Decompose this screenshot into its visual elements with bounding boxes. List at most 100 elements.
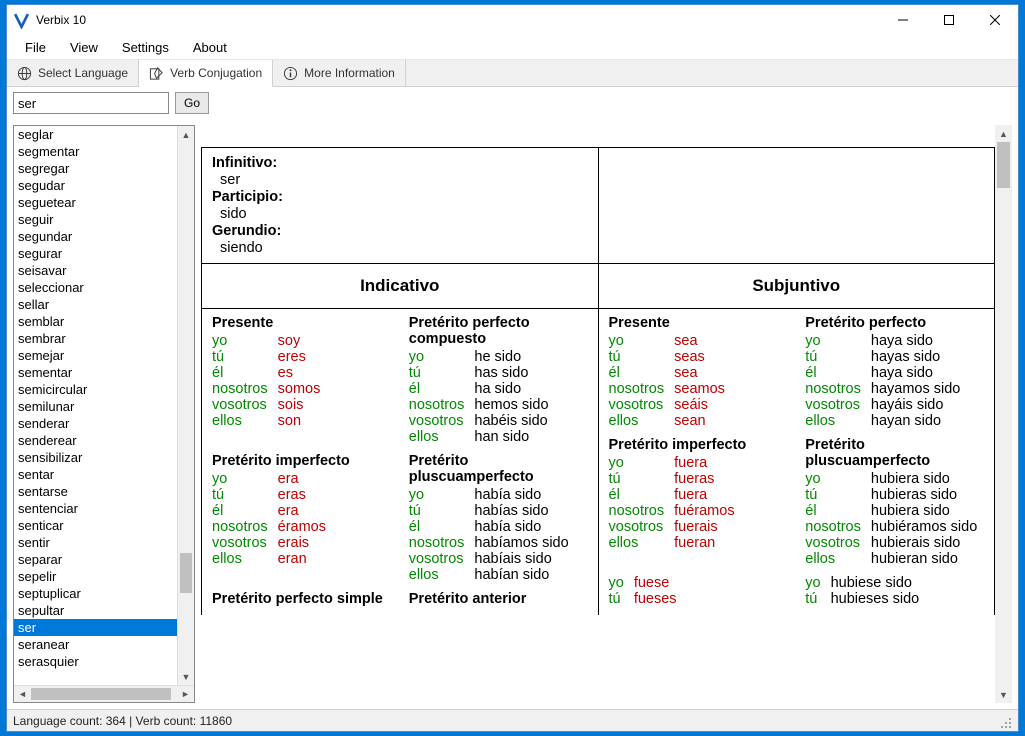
verb-form: fuerais [674,519,734,535]
minimize-button[interactable] [880,5,926,35]
scroll-thumb[interactable] [180,553,192,593]
list-item[interactable]: sembrar [14,330,177,347]
pronoun: ellos [609,535,675,551]
verb-form: haya sido [871,365,960,381]
pronoun: tú [609,471,675,487]
verblist-vscroll[interactable]: ▲ ▼ [177,126,194,685]
infinitivo-value: ser [220,172,588,188]
verb-list: seglarsegmentarsegregarsegudarseguetears… [13,125,195,703]
list-item[interactable]: seranear [14,636,177,653]
verb-form: habíais sido [474,551,568,567]
list-item[interactable]: semilunar [14,398,177,415]
verb-form: haya sido [871,333,960,349]
list-item[interactable]: sensibilizar [14,449,177,466]
verb-form: fuese [634,575,677,591]
tense-title: Presente [212,315,391,331]
verb-form: hayáis sido [871,397,960,413]
list-item[interactable]: septuplicar [14,585,177,602]
list-item[interactable]: sepultar [14,602,177,619]
tense-block: Pretérito pluscuamperfectoyohubiera sido… [805,437,984,567]
verb-input[interactable] [13,92,169,114]
list-item[interactable]: sentenciar [14,500,177,517]
maximize-button[interactable] [926,5,972,35]
verb-form: había sido [474,519,568,535]
pronoun: ellos [212,551,278,567]
verb-form: había sido [474,487,568,503]
scroll-down-icon[interactable]: ▼ [995,686,1012,703]
scroll-left-icon[interactable]: ◄ [14,686,31,702]
app-icon [13,12,30,29]
list-item[interactable]: segundar [14,228,177,245]
pronoun: vosotros [409,413,475,429]
pronoun: tú [212,349,278,365]
tab-more-information[interactable]: More Information [273,60,406,86]
menu-about[interactable]: About [183,38,237,57]
list-item[interactable]: segurar [14,245,177,262]
window-title: Verbix 10 [36,13,86,27]
list-item[interactable]: sentarse [14,483,177,500]
list-item[interactable]: semicircular [14,381,177,398]
titlebar[interactable]: Verbix 10 [7,5,1018,35]
scroll-down-icon[interactable]: ▼ [178,668,194,685]
list-item[interactable]: sentar [14,466,177,483]
list-item[interactable]: seleccionar [14,279,177,296]
tense-title: Pretérito perfecto simple [212,591,391,607]
scroll-right-icon[interactable]: ► [177,686,194,702]
list-item[interactable]: seisavar [14,262,177,279]
gerundio-label: Gerundio: [212,223,281,239]
resize-grip-icon[interactable] [996,713,1012,729]
verb-form: eras [278,487,326,503]
pronoun: ellos [805,413,871,429]
list-item[interactable]: sellar [14,296,177,313]
list-item[interactable]: segmentar [14,143,177,160]
pronoun: yo [609,455,675,471]
pronoun: nosotros [212,381,278,397]
tab-verb-conjugation[interactable]: Verb Conjugation [139,60,273,87]
verb-form: éramos [278,519,326,535]
menu-file[interactable]: File [15,38,56,57]
list-item[interactable]: seguetear [14,194,177,211]
tab-select-language[interactable]: Select Language [7,60,139,86]
list-item[interactable]: semejar [14,347,177,364]
scroll-up-icon[interactable]: ▲ [995,125,1012,142]
list-item[interactable]: senderear [14,432,177,449]
list-item[interactable]: semblar [14,313,177,330]
list-item[interactable]: senticar [14,517,177,534]
close-button[interactable] [972,5,1018,35]
menu-view[interactable]: View [60,38,108,57]
list-item[interactable]: seguir [14,211,177,228]
pronoun: ellos [212,413,278,429]
verblist-hscroll[interactable]: ◄ ► [14,685,194,702]
list-item[interactable]: seglar [14,126,177,143]
list-item[interactable]: sementar [14,364,177,381]
pronoun: yo [609,575,634,591]
verb-form: somos [278,381,321,397]
list-item[interactable]: ser [14,619,177,636]
pronoun: él [805,365,871,381]
verb-form: hubiera sido [871,471,977,487]
list-item[interactable]: sepelir [14,568,177,585]
list-item[interactable]: separar [14,551,177,568]
pronoun: ellos [409,429,475,445]
verb-form: ha sido [474,381,548,397]
verb-form: fueses [634,591,677,607]
scroll-up-icon[interactable]: ▲ [178,126,194,143]
pronoun: vosotros [409,551,475,567]
mood-subjuntivo: Subjuntivo [609,270,985,302]
pronoun: yo [212,333,278,349]
verb-form: sea [674,365,725,381]
main-vscroll[interactable]: ▲ ▼ [995,125,1012,703]
list-item[interactable]: sentir [14,534,177,551]
go-button[interactable]: Go [175,92,209,114]
list-item[interactable]: serasquier [14,653,177,670]
list-item[interactable]: senderar [14,415,177,432]
list-item[interactable]: segudar [14,177,177,194]
scroll-thumb[interactable] [997,142,1010,188]
search-row: Go [7,87,1018,119]
tab-label: Select Language [38,66,128,80]
pronoun: nosotros [409,535,475,551]
list-item[interactable]: segregar [14,160,177,177]
menu-settings[interactable]: Settings [112,38,179,57]
scroll-thumb[interactable] [31,688,171,700]
menubar: File View Settings About [7,35,1018,59]
